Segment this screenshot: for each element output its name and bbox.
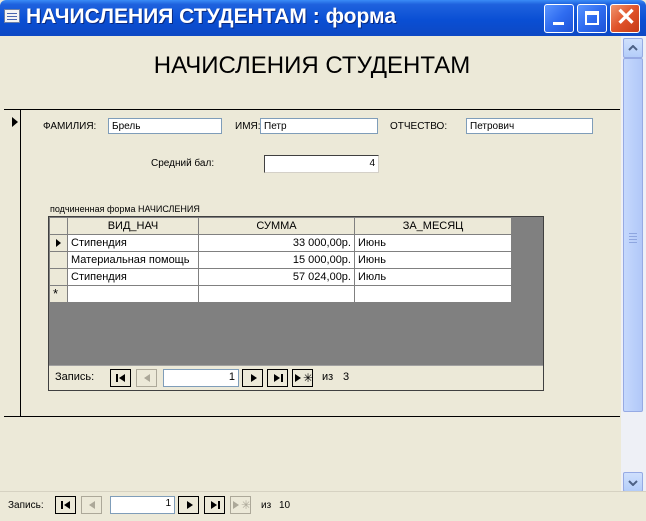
main-record-navigator: Запись: 1 ✳ из 10 [0,491,646,521]
column-header-type[interactable]: ВИД_НАЧ [67,217,199,235]
firstname-label: ИМЯ: [235,121,261,132]
cell-month[interactable]: Июнь [354,234,512,252]
cell-type[interactable]: Материальная помощь [67,251,199,269]
main-record-total: 10 [279,500,291,511]
record-number-input[interactable]: 1 [110,496,175,514]
subform-first-record-button[interactable] [110,369,131,387]
new-record-icon: * [53,286,59,302]
subform-nachisleniya[interactable]: ВИД_НАЧ СУММА ЗА_МЕСЯЦ Стипендия 33 000,… [48,216,544,391]
column-header-sum[interactable]: СУММА [198,217,355,235]
new-record-button[interactable]: ✳ [230,496,251,514]
average-grade-field[interactable]: 4 [264,155,379,173]
row-selector[interactable] [49,251,68,269]
record-selector-divider [20,109,21,416]
patronymic-label: ОТЧЕСТВО: [390,121,448,132]
scroll-up-button[interactable] [623,38,643,58]
subform-next-record-button[interactable] [242,369,263,387]
form-icon[interactable] [4,9,20,23]
cell-sum[interactable] [198,285,355,303]
subform-prev-record-button[interactable] [136,369,157,387]
cell-type[interactable]: Стипендия [67,268,199,286]
form-area: НАЧИСЛЕНИЯ СТУДЕНТАМ ФАМИЛИЯ: Брель ИМЯ:… [4,36,620,491]
close-icon: ✕ [616,4,637,31]
lastname-field[interactable]: Брель [108,118,222,134]
average-grade-label: Средний бал: [151,158,215,169]
accruals-datasheet[interactable]: ВИД_НАЧ СУММА ЗА_МЕСЯЦ Стипендия 33 000,… [49,217,512,303]
title-bar[interactable]: НАЧИСЛЕНИЯ СТУДЕНТАМ : форма ✕ [0,0,646,36]
cell-sum[interactable]: 57 024,00р. [198,268,355,286]
table-row[interactable]: Стипендия 57 024,00р. Июль [49,268,512,286]
row-selector[interactable]: * [49,285,68,303]
main-record-of-label: из [261,500,272,511]
last-record-button[interactable] [204,496,225,514]
form-heading: НАЧИСЛЕНИЯ СТУДЕНТАМ [153,52,471,79]
maximize-button[interactable] [577,4,607,33]
row-selector[interactable] [49,268,68,286]
header-selector[interactable] [49,217,68,235]
current-record-icon [12,117,18,127]
cell-month[interactable]: Июль [354,268,512,286]
cell-sum[interactable]: 15 000,00р. [198,251,355,269]
main-record-label: Запись: [8,500,44,511]
patronymic-field[interactable]: Петрович [466,118,593,134]
lastname-label: ФАМИЛИЯ: [43,121,97,132]
table-row[interactable]: Материальная помощь 15 000,00р. Июнь [49,251,512,269]
chevron-up-icon [628,45,638,51]
cell-sum[interactable]: 33 000,00р. [198,234,355,252]
firstname-field[interactable]: Петр [260,118,378,134]
datasheet-header-row: ВИД_НАЧ СУММА ЗА_МЕСЯЦ [49,217,512,235]
subform-new-record-button[interactable]: ✳ [292,369,313,387]
vertical-scrollbar[interactable] [621,36,646,496]
cell-month[interactable]: Июнь [354,251,512,269]
cell-type[interactable] [67,285,199,303]
chevron-down-icon [628,480,638,486]
subform-record-total: 3 [343,371,350,383]
scroll-down-button[interactable] [623,472,643,492]
next-record-button[interactable] [178,496,199,514]
subform-record-navigator: Запись: 1 ✳ из 3 [49,365,543,390]
prev-record-button[interactable] [81,496,102,514]
subform-last-record-button[interactable] [267,369,288,387]
first-record-button[interactable] [55,496,76,514]
subform-label: подчиненная форма НАЧИСЛЕНИЯ [50,204,200,214]
subform-record-label: Запись: [55,371,95,383]
footer-divider [4,416,620,417]
close-button[interactable]: ✕ [610,4,640,33]
cell-type[interactable]: Стипендия [67,234,199,252]
new-record-row[interactable]: * [49,285,512,303]
row-selector[interactable] [49,234,68,252]
scroll-thumb[interactable] [623,58,643,412]
table-row[interactable]: Стипендия 33 000,00р. Июнь [49,234,512,252]
column-header-month[interactable]: ЗА_МЕСЯЦ [354,217,512,235]
subform-record-of-label: из [322,371,334,383]
current-row-icon [56,239,61,247]
minimize-button[interactable] [544,4,574,33]
cell-month[interactable] [354,285,512,303]
header-divider [4,109,620,110]
subform-record-number-input[interactable]: 1 [163,369,239,387]
window-title: НАЧИСЛЕНИЯ СТУДЕНТАМ : форма [26,5,396,28]
